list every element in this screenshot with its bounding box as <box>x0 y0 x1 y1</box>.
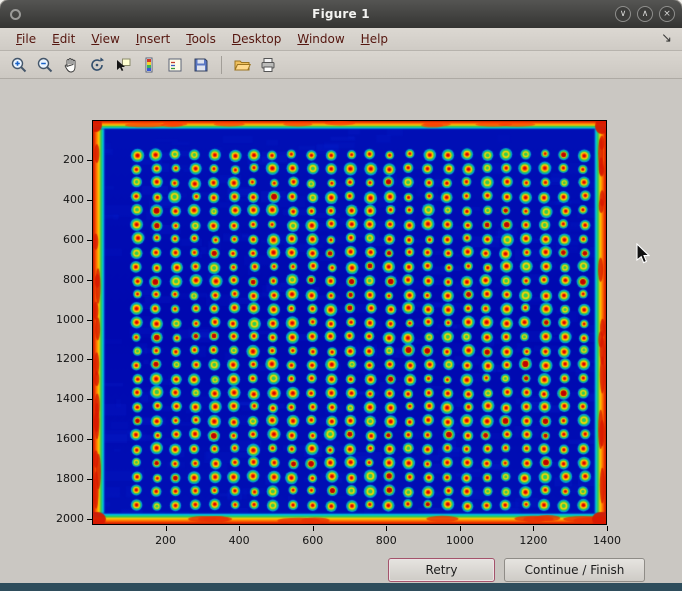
heatmap-canvas[interactable] <box>93 121 606 524</box>
y-tick-label: 800 <box>38 273 84 286</box>
x-tick-mark <box>239 526 240 531</box>
continue-finish-button[interactable]: Continue / Finish <box>504 558 645 582</box>
y-tick-mark <box>87 240 92 241</box>
colorbar-icon <box>140 56 158 74</box>
shade-button[interactable]: ∨ <box>615 6 631 22</box>
x-tick-mark <box>533 526 534 531</box>
open-file-button[interactable] <box>230 53 254 76</box>
y-tick-label: 2000 <box>38 512 84 525</box>
y-tick-mark <box>87 280 92 281</box>
y-tick-label: 1600 <box>38 432 84 445</box>
y-tick-mark <box>87 399 92 400</box>
menu-help[interactable]: Help <box>353 30 396 48</box>
pan-hand-icon <box>62 56 80 74</box>
plot-axes[interactable] <box>92 120 607 525</box>
y-tick-mark <box>87 519 92 520</box>
x-tick-mark <box>166 526 167 531</box>
x-tick-label: 400 <box>219 534 259 547</box>
mouse-cursor <box>636 243 650 265</box>
y-tick-label: 1800 <box>38 472 84 485</box>
y-tick-mark <box>87 200 92 201</box>
y-tick-label: 1400 <box>38 392 84 405</box>
maximize-button[interactable]: ∧ <box>637 6 653 22</box>
data-cursor-icon <box>114 56 132 74</box>
menu-file[interactable]: File <box>8 30 44 48</box>
menu-tools[interactable]: Tools <box>178 30 224 48</box>
menu-window[interactable]: Window <box>289 30 352 48</box>
y-tick-label: 1200 <box>38 352 84 365</box>
y-tick-label: 1000 <box>38 313 84 326</box>
open-folder-icon <box>233 56 251 74</box>
save-figure-button[interactable] <box>189 53 213 76</box>
menubar: File Edit View Insert Tools Desktop Wind… <box>0 28 682 51</box>
legend-icon <box>166 56 184 74</box>
zoom-in-icon <box>10 56 28 74</box>
retry-button[interactable]: Retry <box>388 558 495 582</box>
pan-button[interactable] <box>59 53 83 76</box>
y-tick-mark <box>87 320 92 321</box>
zoom-out-icon <box>36 56 54 74</box>
y-tick-label: 200 <box>38 153 84 166</box>
window-bottom-border <box>0 583 682 591</box>
zoom-out-button[interactable] <box>33 53 57 76</box>
x-tick-mark <box>386 526 387 531</box>
rotate-3d-icon <box>88 56 106 74</box>
zoom-in-button[interactable] <box>7 53 31 76</box>
window-controls: ∨ ∧ × <box>615 6 675 22</box>
figure-toolbar <box>0 51 682 79</box>
x-tick-mark <box>460 526 461 531</box>
save-icon <box>192 56 210 74</box>
x-tick-label: 1400 <box>587 534 627 547</box>
figure-canvas-area: Retry Continue / Finish 200 400 600 800 1000… <box>0 79 682 583</box>
y-tick-mark <box>87 359 92 360</box>
menu-insert[interactable]: Insert <box>128 30 178 48</box>
x-tick-label: 1200 <box>513 534 553 547</box>
y-tick-label: 600 <box>38 233 84 246</box>
menu-view[interactable]: View <box>83 30 127 48</box>
y-tick-label: 400 <box>38 193 84 206</box>
x-tick-label: 200 <box>146 534 186 547</box>
y-tick-mark <box>87 479 92 480</box>
printer-icon <box>259 56 277 74</box>
titlebar[interactable]: Figure 1 ∨ ∧ × <box>0 0 682 28</box>
insert-legend-button[interactable] <box>163 53 187 76</box>
x-tick-label: 600 <box>293 534 333 547</box>
x-tick-mark <box>607 526 608 531</box>
menu-edit[interactable]: Edit <box>44 30 83 48</box>
window-title: Figure 1 <box>0 7 682 21</box>
figure-window: Figure 1 ∨ ∧ × File Edit View Insert Too… <box>0 0 682 591</box>
dock-figure-arrow-icon[interactable]: ↘ <box>661 31 672 46</box>
close-button[interactable]: × <box>659 6 675 22</box>
rotate-3d-button[interactable] <box>85 53 109 76</box>
insert-colorbar-button[interactable] <box>137 53 161 76</box>
data-cursor-button[interactable] <box>111 53 135 76</box>
x-tick-mark <box>313 526 314 531</box>
x-tick-label: 1000 <box>440 534 480 547</box>
y-tick-mark <box>87 160 92 161</box>
toolbar-separator <box>221 56 222 74</box>
y-tick-mark <box>87 439 92 440</box>
menu-desktop[interactable]: Desktop <box>224 30 290 48</box>
x-tick-label: 800 <box>366 534 406 547</box>
print-figure-button[interactable] <box>256 53 280 76</box>
